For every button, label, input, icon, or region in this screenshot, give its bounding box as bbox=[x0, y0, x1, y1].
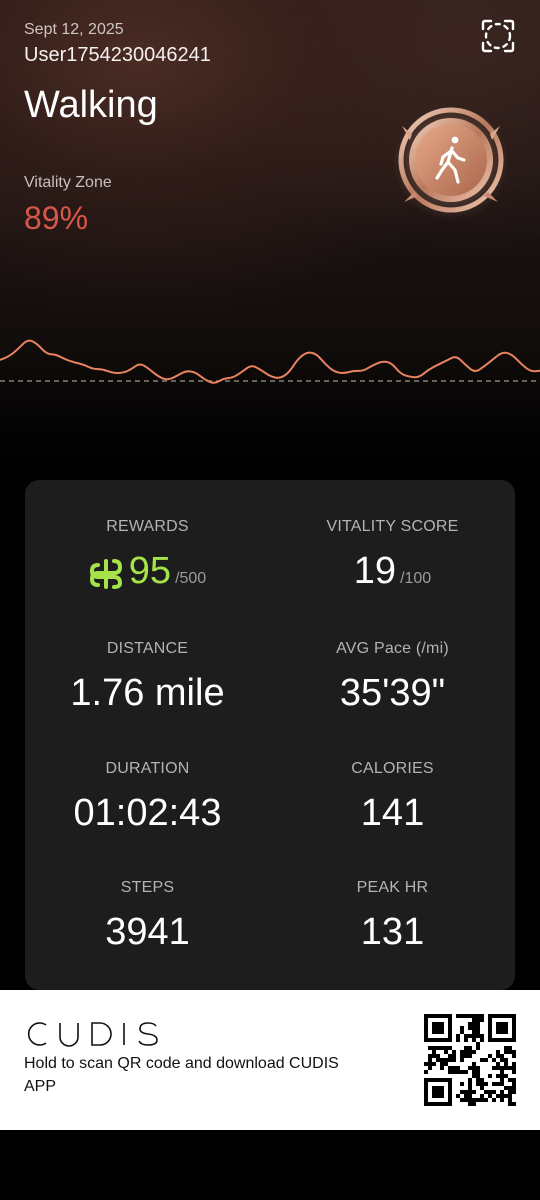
username: User1754230046241 bbox=[24, 44, 211, 66]
heart-rate-line bbox=[0, 339, 540, 384]
stat-peak-hr: PEAK HR 131 bbox=[270, 879, 515, 954]
stat-calories: CALORIES 141 bbox=[270, 760, 515, 835]
stat-steps: STEPS 3941 bbox=[25, 879, 270, 954]
stat-label: DURATION bbox=[105, 760, 190, 777]
vitality-score-value: 19 bbox=[353, 550, 397, 592]
distance-value: 1.76 mile bbox=[70, 672, 225, 714]
workout-stats-card: REWARDS 95/500 VITALITY SCORE 19/100 DIS… bbox=[25, 480, 515, 990]
stat-label: STEPS bbox=[120, 879, 175, 896]
stat-label: PEAK HR bbox=[356, 879, 429, 896]
vitality-score-max: /100 bbox=[400, 570, 432, 587]
calories-value: 141 bbox=[360, 792, 425, 834]
download-cta-text: Hold to scan QR code and download CUDIS … bbox=[24, 1055, 339, 1095]
vitality-zone-label: Vitality Zone bbox=[24, 174, 112, 191]
stat-label: CALORIES bbox=[351, 760, 434, 777]
stat-label: VITALITY SCORE bbox=[326, 518, 459, 535]
stat-avg-pace: AVG Pace (/mi) 35'39" bbox=[270, 640, 515, 715]
share-button[interactable] bbox=[478, 16, 518, 56]
activity-date: Sept 12, 2025 bbox=[24, 21, 124, 38]
walking-badge-icon bbox=[393, 105, 509, 221]
steps-value: 3941 bbox=[105, 911, 190, 953]
peak-hr-value: 131 bbox=[360, 911, 425, 953]
stat-label: REWARDS bbox=[106, 518, 189, 535]
rewards-token-icon bbox=[89, 559, 122, 589]
stat-duration: DURATION 01:02:43 bbox=[25, 760, 270, 835]
rewards-value: 95 bbox=[128, 550, 172, 592]
download-footer: Hold to scan QR code and download CUDIS … bbox=[0, 990, 540, 1130]
stat-distance: DISTANCE 1.76 mile bbox=[25, 640, 270, 715]
duration-value: 01:02:43 bbox=[73, 792, 222, 834]
heart-rate-chart bbox=[0, 339, 540, 384]
vitality-zone-value: 89% bbox=[24, 200, 89, 236]
qr-code[interactable] bbox=[424, 1014, 516, 1106]
bottom-bar bbox=[0, 1130, 540, 1200]
stat-rewards: REWARDS 95/500 bbox=[25, 518, 270, 593]
stat-label: AVG Pace (/mi) bbox=[336, 640, 449, 657]
avg-pace-value: 35'39" bbox=[339, 672, 446, 714]
rewards-max: /500 bbox=[175, 570, 207, 587]
stat-vitality-score: VITALITY SCORE 19/100 bbox=[270, 518, 515, 593]
share-icon bbox=[481, 19, 515, 53]
activity-type-title: Walking bbox=[24, 84, 158, 126]
stat-label: DISTANCE bbox=[106, 640, 189, 657]
cudis-logo bbox=[27, 1022, 158, 1047]
